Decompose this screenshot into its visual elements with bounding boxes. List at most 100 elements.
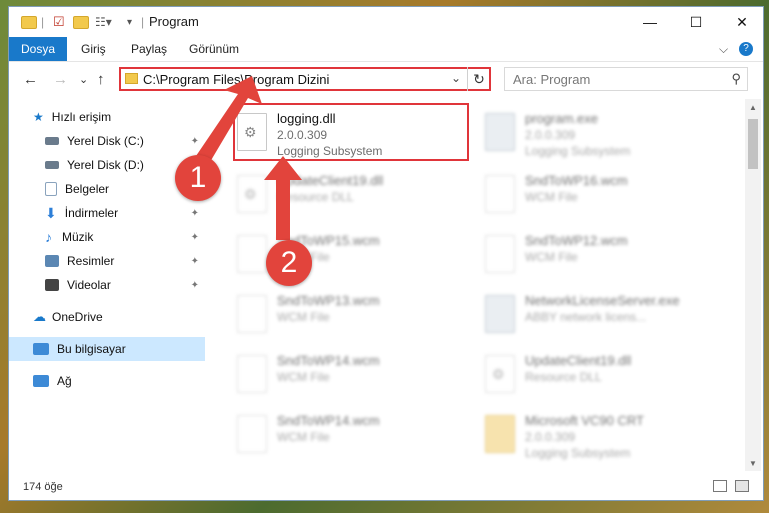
details-view-icon[interactable] (713, 480, 727, 492)
file-item[interactable]: SndToWP14.wcm WCM File (227, 409, 467, 463)
pin-icon: ✦ (190, 255, 199, 267)
folder-icon (485, 415, 515, 453)
pin-icon: ✦ (190, 207, 199, 219)
sidebar-item-label: Yerel Disk (C:) (67, 134, 144, 148)
sidebar-item-local-disk-c[interactable]: Yerel Disk (C:) ✦ (9, 129, 205, 153)
pin-icon: ✦ (190, 231, 199, 243)
file-type: Resource DLL (277, 190, 354, 204)
search-box[interactable]: Ara: Program ⚲ (504, 67, 748, 91)
file-item[interactable]: NetworkLicenseServer.exe ABBY network li… (475, 289, 715, 343)
tab-view[interactable]: Görünüm (189, 37, 239, 61)
file-version: 2.0.0.309 (525, 128, 576, 142)
network-icon (33, 375, 49, 387)
documents-icon (45, 182, 57, 196)
tab-share[interactable]: Paylaş (131, 37, 167, 61)
back-icon[interactable]: ← (23, 71, 38, 88)
sidebar-item-music[interactable]: ♪ Müzik ✦ (9, 225, 205, 249)
drive-icon (45, 161, 59, 169)
folder-icon (21, 14, 37, 30)
sidebar-item-network[interactable]: Ağ (9, 369, 205, 393)
sidebar-item-this-pc[interactable]: Bu bilgisayar (9, 337, 205, 361)
sidebar-item-label: Belgeler (65, 182, 110, 196)
file-type: WCM File (277, 310, 330, 324)
download-icon: ⬇ (45, 204, 57, 221)
address-dropdown-icon[interactable]: ⌄ (451, 71, 461, 85)
blank-file-icon (237, 295, 267, 333)
tab-home[interactable]: Giriş (81, 37, 106, 61)
refresh-icon[interactable]: ↻ (467, 67, 490, 91)
file-name: SndToWP14.wcm (277, 413, 380, 428)
scroll-up-icon[interactable]: ▲ (749, 103, 757, 112)
blank-file-icon (485, 175, 515, 213)
highlight-box (233, 103, 469, 161)
sidebar-item-onedrive[interactable]: ☁ OneDrive (9, 305, 205, 329)
ribbon-tabs: Dosya Giriş Paylaş Görünüm ⌵ ? (9, 37, 763, 62)
recent-locations-icon[interactable]: ⌄ (79, 73, 88, 86)
file-item[interactable]: SndToWP15.wcm WCM File (227, 229, 467, 283)
scroll-down-icon[interactable]: ▼ (749, 459, 757, 468)
address-bar[interactable]: C:\Program Files\Program Dizini ⌄ ↻ (119, 67, 491, 91)
address-path[interactable]: C:\Program Files\Program Dizini (143, 72, 329, 87)
sidebar-item-videos[interactable]: Videolar ✦ (9, 273, 205, 297)
file-name: SndToWP14.wcm (277, 353, 380, 368)
file-name: NetworkLicenseServer.exe (525, 293, 680, 308)
file-item[interactable]: UpdateClient19.dll Resource DLL (475, 349, 715, 403)
file-description: Logging Subsystem (525, 446, 631, 460)
new-folder-icon[interactable] (73, 14, 89, 30)
blank-file-icon (237, 415, 267, 453)
drive-icon (45, 137, 59, 145)
file-item[interactable]: UpdateClient19.dll Resource DLL (227, 169, 467, 223)
close-button[interactable]: ✕ (719, 7, 763, 37)
file-item[interactable]: Microsoft VC90 CRT 2.0.0.309 Logging Sub… (475, 409, 715, 463)
file-item[interactable]: SndToWP13.wcm WCM File (227, 289, 467, 343)
sidebar-item-downloads[interactable]: ⬇ İndirmeler ✦ (9, 201, 205, 225)
view-options-icon[interactable]: ☷▾ (95, 14, 112, 30)
file-type: WCM File (277, 370, 330, 384)
pictures-icon (45, 255, 59, 267)
separator: | (41, 15, 45, 29)
navigation-bar: ← → ⌄ ↑ C:\Program Files\Program Dizini … (9, 62, 763, 97)
file-item[interactable]: SndToWP12.wcm WCM File (475, 229, 715, 283)
pin-icon: ✦ (190, 279, 199, 291)
exe-icon (485, 295, 515, 333)
sidebar-item-label: Ağ (57, 374, 72, 388)
file-item[interactable]: SndToWP16.wcm WCM File (475, 169, 715, 223)
cloud-icon: ☁ (33, 309, 46, 324)
sidebar-item-label: Yerel Disk (D:) (67, 158, 144, 172)
music-icon: ♪ (45, 229, 52, 245)
gear-file-icon (237, 175, 267, 213)
file-version: 2.0.0.309 (525, 430, 576, 444)
file-type: WCM File (525, 190, 578, 204)
blank-file-icon (237, 355, 267, 393)
up-icon[interactable]: ↑ (97, 71, 105, 88)
search-icon[interactable]: ⚲ (731, 71, 741, 87)
file-item-program-exe[interactable]: program.exe 2.0.0.309 Logging Subsystem (475, 107, 715, 161)
customize-toolbar-icon[interactable]: ▾ (127, 14, 132, 30)
maximize-button[interactable]: ☐ (673, 7, 719, 37)
file-type: ABBY network licens... (525, 310, 647, 324)
file-name: UpdateClient19.dll (525, 353, 632, 368)
file-description: Logging Subsystem (525, 144, 631, 158)
star-icon: ★ (33, 110, 44, 124)
gear-file-icon (485, 355, 515, 393)
large-icons-view-icon[interactable] (735, 480, 749, 492)
vertical-scrollbar[interactable]: ▲ ▼ (745, 99, 761, 471)
forward-icon[interactable]: → (53, 71, 68, 88)
sidebar-item-quick-access[interactable]: ★ Hızlı erişim (9, 105, 205, 129)
file-name: Microsoft VC90 CRT (525, 413, 644, 428)
sidebar-item-label: Videolar (67, 278, 111, 292)
properties-icon[interactable]: ☑ (53, 14, 65, 30)
sidebar-item-label: Resimler (67, 254, 115, 268)
file-name: SndToWP12.wcm (525, 233, 628, 248)
file-type: WCM File (277, 430, 330, 444)
minimize-button[interactable]: — (627, 7, 673, 37)
file-item[interactable]: SndToWP14.wcm WCM File (227, 349, 467, 403)
scrollbar-thumb[interactable] (748, 119, 758, 169)
sidebar-item-label: İndirmeler (64, 206, 119, 220)
separator: | (141, 15, 145, 29)
pin-icon: ✦ (190, 135, 199, 147)
tab-file[interactable]: Dosya (9, 37, 67, 61)
sidebar-item-pictures[interactable]: Resimler ✦ (9, 249, 205, 273)
help-icon[interactable]: ? (739, 37, 753, 61)
ribbon-expand-icon[interactable]: ⌵ (719, 37, 728, 61)
